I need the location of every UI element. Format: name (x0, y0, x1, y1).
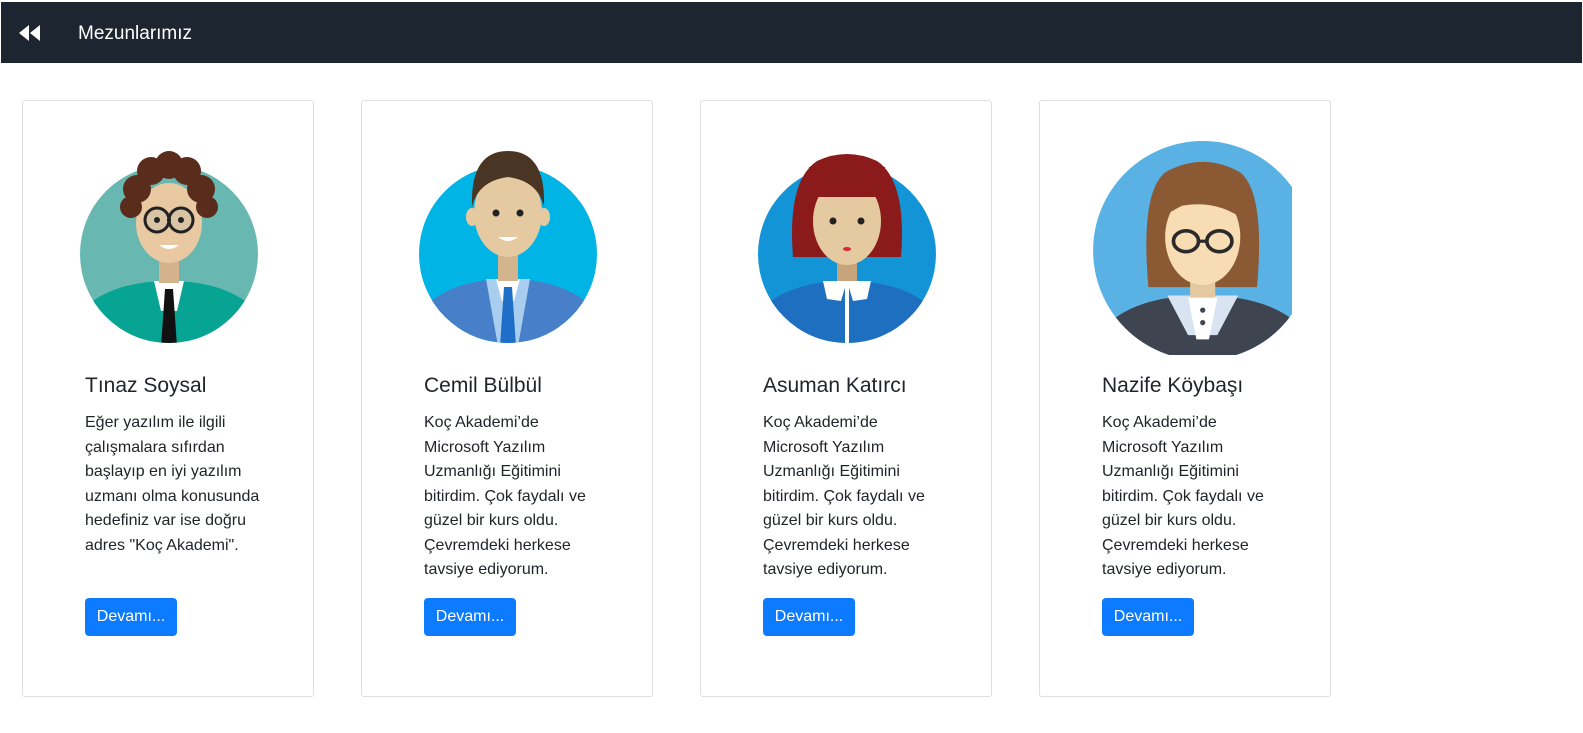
graduate-card: Asuman Katırcı Koç Akademi’de Microsoft … (700, 100, 992, 697)
graduate-card: Cemil Bülbül Koç Akademi’de Microsoft Ya… (361, 100, 653, 697)
read-more-button[interactable]: Devamı... (763, 598, 855, 636)
graduate-name: Nazife Köybaşı (1102, 374, 1244, 397)
graduate-card: Nazife Köybaşı Koç Akademi’de Microsoft … (1039, 100, 1331, 697)
graduate-avatar-woman-red-hair-icon (758, 154, 936, 343)
top-navbar: Mezunlarımız (1, 2, 1582, 63)
graduate-testimonial: Koç Akademi’de Microsoft Yazılım Uzmanlı… (1102, 414, 1264, 578)
page-title: Mezunlarımız (78, 23, 193, 44)
graduate-testimonial: Koç Akademi’de Microsoft Yazılım Uzmanlı… (763, 414, 925, 578)
graduate-avatar-woman-glasses-icon (1093, 141, 1292, 355)
graduate-name: Tınaz Soysal (85, 374, 207, 397)
back-button[interactable] (17, 20, 43, 46)
read-more-button[interactable]: Devamı... (85, 598, 177, 636)
graduate-name: Asuman Katırcı (763, 374, 907, 397)
graduate-testimonial: Koç Akademi’de Microsoft Yazılım Uzmanlı… (424, 414, 586, 578)
read-more-button[interactable]: Devamı... (424, 598, 516, 636)
graduate-avatar-man-suit-icon (419, 151, 597, 343)
graduate-testimonial: Eğer yazılım ile ilgili çalışmalara sıfı… (85, 414, 260, 554)
rewind-icon (19, 25, 40, 41)
read-more-button[interactable]: Devamı... (1102, 598, 1194, 636)
graduate-name: Cemil Bülbül (424, 374, 542, 397)
graduate-avatar-curly-hair-glasses-icon (80, 151, 258, 343)
graduate-card: Tınaz Soysal Eğer yazılım ile ilgili çal… (22, 100, 314, 697)
